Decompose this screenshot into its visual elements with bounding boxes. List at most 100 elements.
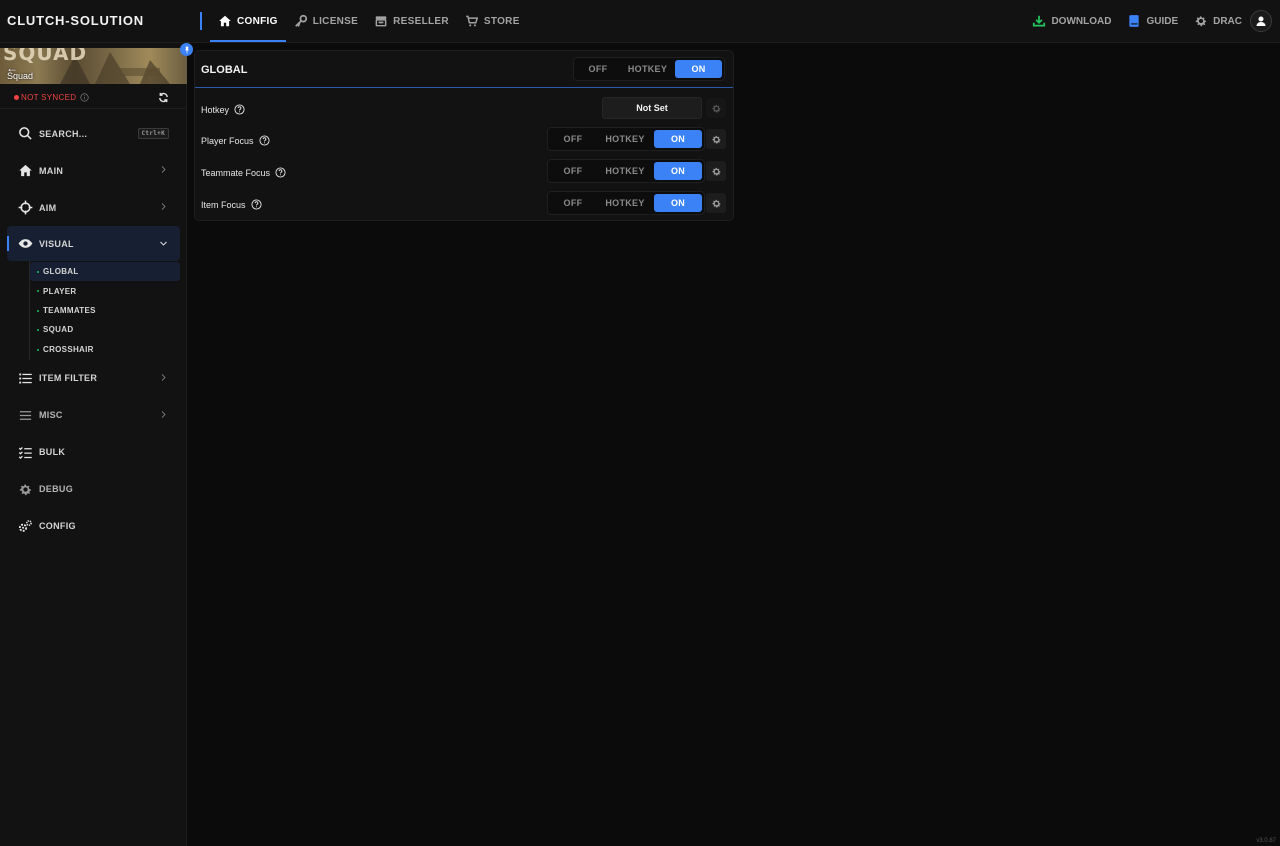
global-mode-toggle: OFF HOTKEY ON	[573, 57, 725, 81]
item-focus-on[interactable]: ON	[654, 194, 702, 212]
teammate-focus-hotkey[interactable]: HOTKEY	[598, 162, 652, 180]
chevron-right-icon	[161, 203, 166, 210]
row-label-text: Teammate Focus	[201, 167, 271, 178]
sidebar: SQUAD ← Squad NOT SYNCED SEARCH... Ctrl+…	[0, 43, 187, 846]
help-icon[interactable]	[234, 104, 245, 115]
sidebar-item-item-filter[interactable]: ITEM FILTER	[0, 360, 187, 397]
submenu-item-teammates[interactable]: TEAMMATES	[30, 301, 187, 320]
cart-icon	[466, 15, 479, 27]
download-icon	[1033, 15, 1046, 27]
gear-icon	[711, 104, 721, 113]
gear-icon	[711, 167, 721, 176]
settings-user-button[interactable]: DRAC	[1194, 14, 1242, 28]
nav-config[interactable]: CONFIG	[210, 0, 286, 42]
row-label-text: Player Focus	[201, 135, 254, 146]
chevron-right-icon	[161, 374, 166, 381]
help-icon[interactable]	[258, 135, 270, 146]
submenu-item-global[interactable]: GLOBAL	[30, 262, 180, 282]
download-button[interactable]: DOWNLOAD	[1032, 14, 1111, 28]
hotkey-button[interactable]: Not Set	[602, 97, 702, 119]
help-icon[interactable]	[250, 199, 262, 210]
sidebar-item-label: VISUAL	[39, 238, 74, 249]
user-icon	[1256, 16, 1266, 26]
sidebar-menu: SEARCH... Ctrl+K MAIN AIM VISUAL GLOBAL …	[0, 115, 187, 545]
sidebar-item-debug[interactable]: DEBUG	[0, 471, 187, 508]
global-mode-hotkey[interactable]: HOTKEY	[622, 60, 673, 78]
home-icon	[219, 15, 231, 27]
item-focus-settings-button[interactable]	[706, 193, 726, 213]
global-mode-on[interactable]: ON	[675, 60, 722, 78]
nav-reseller[interactable]: RESELLER	[366, 0, 457, 42]
sidebar-item-config[interactable]: CONFIG	[0, 508, 187, 545]
sidebar-search[interactable]: SEARCH... Ctrl+K	[0, 115, 187, 152]
hotkey-settings-button[interactable]	[706, 98, 726, 118]
download-label: DOWNLOAD	[1051, 15, 1112, 27]
chevron-right-icon	[161, 166, 166, 173]
nav-license-label: LICENSE	[312, 15, 359, 27]
top-bar: CLUTCH-SOLUTION CONFIG LICENSE RESELLER …	[0, 0, 1280, 43]
row-hotkey-label: Hotkey	[201, 104, 245, 115]
game-banner[interactable]: SQUAD ← Squad	[0, 48, 187, 84]
pin-icon[interactable]	[180, 43, 193, 56]
item-focus-hotkey[interactable]: HOTKEY	[598, 194, 652, 212]
sidebar-search-label: SEARCH...	[39, 128, 88, 139]
submenu-item-squad[interactable]: SQUAD	[30, 320, 187, 339]
user-avatar[interactable]	[1250, 10, 1272, 32]
player-focus-hotkey[interactable]: HOTKEY	[598, 130, 652, 148]
sidebar-item-misc[interactable]: MISC	[0, 397, 187, 434]
guide-button[interactable]: GUIDE	[1127, 14, 1178, 28]
teammate-focus-toggle: OFF HOTKEY ON	[547, 159, 705, 183]
global-mode-off[interactable]: OFF	[576, 60, 620, 78]
sidebar-item-visual[interactable]: VISUAL	[7, 226, 180, 261]
sidebar-item-label: ITEM FILTER	[39, 373, 98, 384]
row-player-focus: Player Focus OFF HOTKEY ON	[195, 127, 733, 155]
sidebar-item-aim[interactable]: AIM	[0, 189, 187, 226]
top-right-actions: DOWNLOAD GUIDE DRAC	[1032, 0, 1272, 42]
global-settings-panel: GLOBAL OFF HOTKEY ON Hotkey Not Set Play…	[194, 50, 734, 221]
player-focus-toggle: OFF HOTKEY ON	[547, 127, 705, 151]
player-focus-on[interactable]: ON	[654, 130, 702, 148]
home-icon	[19, 164, 32, 177]
refresh-icon[interactable]	[158, 92, 169, 103]
search-shortcut: Ctrl+K	[137, 128, 169, 139]
crosshair-icon	[18, 200, 33, 215]
guide-label: GUIDE	[1146, 15, 1179, 27]
row-teammate-focus-label: Teammate Focus	[201, 167, 286, 178]
teammate-focus-settings-button[interactable]	[706, 161, 726, 181]
book-icon	[1129, 15, 1140, 27]
store-icon	[375, 16, 387, 27]
nav-separator	[200, 12, 202, 30]
gear-icon	[1195, 16, 1207, 27]
nav-store-label: STORE	[483, 15, 520, 27]
menu-icon	[19, 411, 32, 420]
checklist-icon	[18, 447, 32, 459]
app-version: v3.0.87	[1256, 838, 1276, 844]
gear-icon	[711, 135, 721, 144]
teammate-focus-off[interactable]: OFF	[550, 162, 596, 180]
list-icon	[19, 373, 32, 384]
sidebar-item-bulk[interactable]: BULK	[0, 434, 187, 471]
sidebar-item-label: AIM	[39, 202, 57, 213]
user-name: DRAC	[1213, 15, 1242, 27]
player-focus-settings-button[interactable]	[706, 129, 726, 149]
info-icon[interactable]	[80, 93, 89, 102]
top-nav: CONFIG LICENSE RESELLER STORE	[210, 0, 528, 42]
player-focus-off[interactable]: OFF	[550, 130, 596, 148]
item-focus-off[interactable]: OFF	[550, 194, 596, 212]
help-icon[interactable]	[275, 167, 286, 178]
sidebar-item-main[interactable]: MAIN	[0, 152, 187, 189]
teammate-focus-on[interactable]: ON	[654, 162, 702, 180]
sidebar-item-label: BULK	[39, 447, 66, 458]
nav-license[interactable]: LICENSE	[286, 0, 366, 42]
search-icon	[19, 127, 32, 140]
sidebar-item-label: MAIN	[39, 165, 64, 176]
panel-title: GLOBAL	[201, 64, 248, 76]
nav-store[interactable]: STORE	[457, 0, 528, 42]
submenu-item-crosshair[interactable]: CROSSHAIR	[30, 340, 187, 359]
pin-glyph	[184, 46, 189, 53]
app-brand: CLUTCH-SOLUTION	[7, 13, 144, 28]
panel-header: GLOBAL OFF HOTKEY ON	[195, 51, 733, 88]
submenu-item-player[interactable]: PLAYER	[30, 281, 187, 300]
chevron-right-icon	[161, 411, 166, 418]
row-label-text: Hotkey	[201, 104, 230, 115]
